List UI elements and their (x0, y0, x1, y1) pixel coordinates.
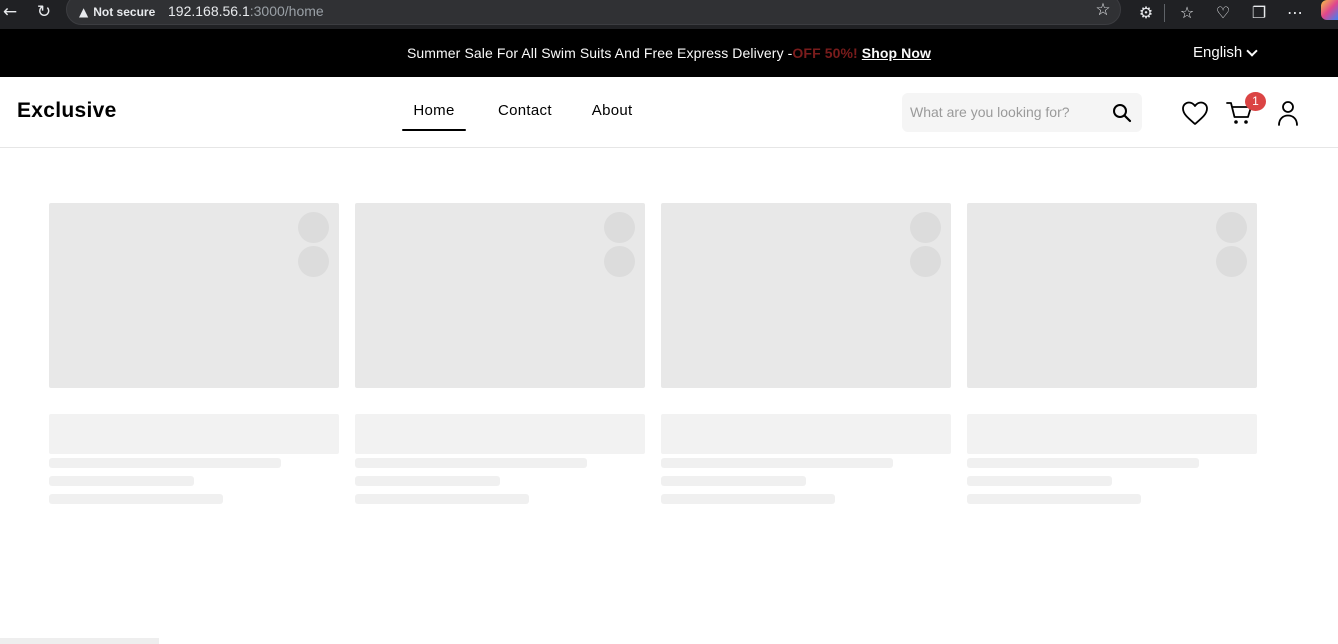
favorites-icon[interactable]: ☆ (1176, 2, 1198, 24)
skeleton-card (661, 203, 951, 508)
shop-now-link[interactable]: Shop Now (862, 45, 931, 61)
url-text[interactable]: 192.168.56.1:3000/home (168, 3, 324, 20)
skeleton-line (661, 458, 893, 468)
announcement-bar: Summer Sale For All Swim Suits And Free … (0, 29, 1338, 77)
more-icon[interactable]: ⋯ (1284, 2, 1306, 24)
chevron-down-icon (1246, 45, 1258, 57)
skeleton-action-dot (910, 212, 941, 243)
skeleton-card (355, 203, 645, 508)
skeleton-image (355, 203, 645, 388)
cart-count-badge: 1 (1245, 92, 1266, 111)
warning-icon: ▲ (79, 4, 89, 19)
skeleton-action-dot (604, 212, 635, 243)
skeleton-button (355, 414, 645, 454)
star-icon[interactable]: ☆ (1093, 0, 1113, 20)
user-icon[interactable] (1273, 99, 1303, 127)
toolbar-divider (1164, 4, 1165, 22)
skeleton-action-dot (604, 246, 635, 277)
site-header: Exclusive Home Contact About (0, 77, 1338, 148)
skeleton-button (49, 414, 339, 454)
back-icon[interactable]: ← (0, 2, 20, 22)
search-input[interactable] (910, 102, 1106, 122)
skeleton-action-dot (298, 246, 329, 277)
site-logo[interactable]: Exclusive (17, 99, 117, 123)
product-skeleton-grid (49, 203, 1257, 508)
language-label: English (1193, 44, 1243, 61)
extensions-icon[interactable]: ⚙ (1135, 2, 1157, 24)
skeleton-footer-stub (0, 638, 159, 644)
address-bar[interactable]: ▲ Not secure 192.168.56.1:3000/home ☆ (66, 0, 1121, 25)
security-indicator[interactable]: ▲ Not secure (79, 3, 155, 20)
collections-icon[interactable]: ❐ (1248, 2, 1270, 24)
skeleton-line (49, 494, 223, 504)
skeleton-line (355, 458, 587, 468)
skeleton-line (661, 476, 806, 486)
skeleton-line (49, 458, 281, 468)
skeleton-card (967, 203, 1257, 508)
skeleton-action-dot (1216, 212, 1247, 243)
nav-about[interactable]: About (592, 77, 633, 148)
skeleton-line (49, 476, 194, 486)
reload-icon[interactable]: ↻ (34, 2, 54, 22)
skeleton-image (661, 203, 951, 388)
url-path: :3000/home (249, 3, 324, 19)
browser-toolbar: ← ↻ ▲ Not secure 192.168.56.1:3000/home … (0, 0, 1338, 29)
heart-icon[interactable] (1180, 99, 1210, 127)
skeleton-action-dot (1216, 246, 1247, 277)
main-nav: Home Contact About (402, 77, 633, 148)
search-box (902, 93, 1142, 132)
skeleton-button (967, 414, 1257, 454)
nav-home[interactable]: Home (402, 77, 466, 148)
search-icon[interactable] (1112, 103, 1132, 123)
skeleton-line (967, 476, 1112, 486)
skeleton-line (967, 458, 1199, 468)
skeleton-line (355, 494, 529, 504)
skeleton-card (49, 203, 339, 508)
skeleton-image (49, 203, 339, 388)
security-label: Not secure (93, 4, 156, 19)
url-host: 192.168.56.1 (168, 3, 250, 19)
performance-icon[interactable]: ♡ (1212, 2, 1234, 24)
skeleton-line (661, 494, 835, 504)
skeleton-action-dot (910, 246, 941, 277)
promo-offer: OFF 50%! (792, 45, 858, 61)
promo-text: Summer Sale For All Swim Suits And Free … (406, 45, 793, 61)
skeleton-image (967, 203, 1257, 388)
copilot-icon[interactable] (1321, 0, 1338, 20)
skeleton-button (661, 414, 951, 454)
promo-message: Summer Sale For All Swim Suits And Free … (0, 44, 1338, 62)
skeleton-line (355, 476, 500, 486)
skeleton-line (967, 494, 1141, 504)
language-selector[interactable]: English (1193, 44, 1258, 62)
nav-contact[interactable]: Contact (498, 77, 552, 148)
skeleton-action-dot (298, 212, 329, 243)
